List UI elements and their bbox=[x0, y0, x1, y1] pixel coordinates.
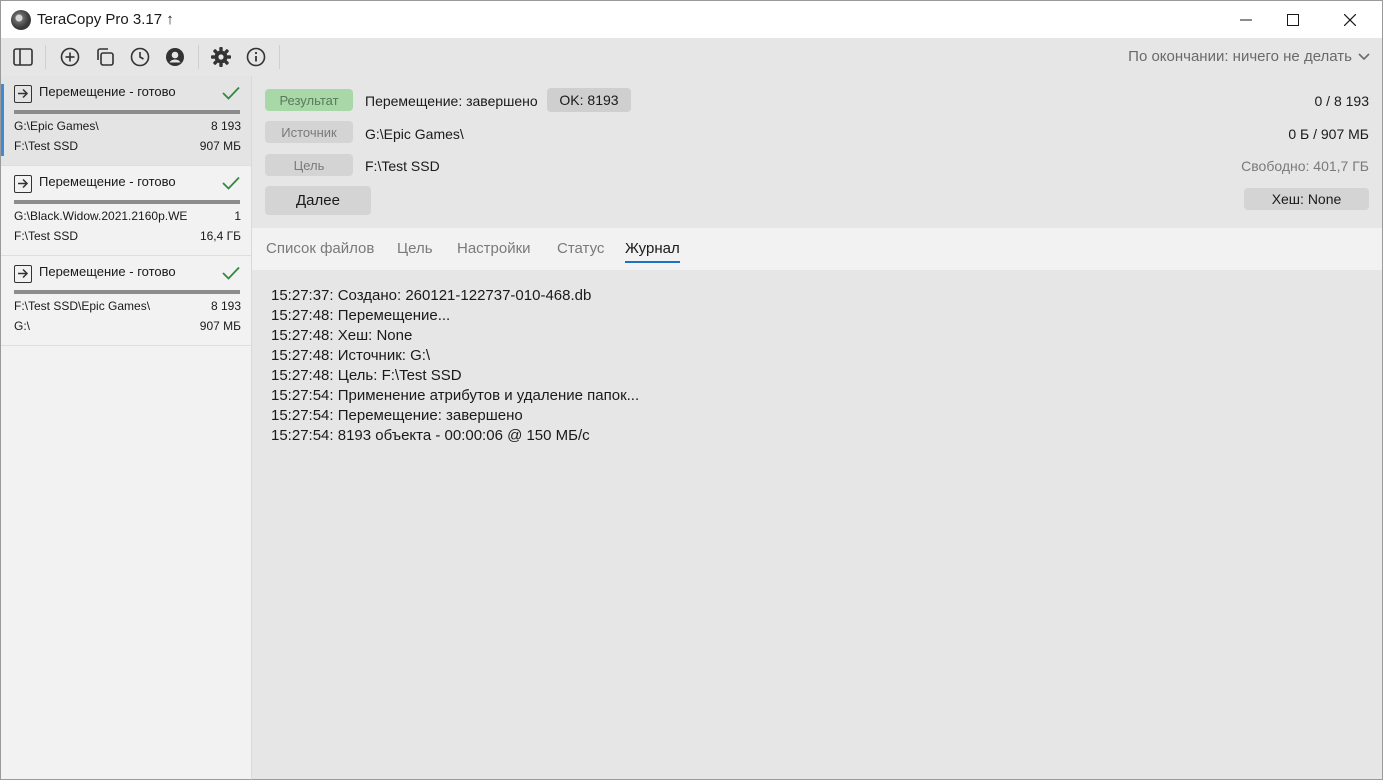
tab-bar: Список файлов Цель Настройки Статус Журн… bbox=[252, 228, 1382, 270]
toolbar-separator bbox=[45, 45, 46, 69]
checkmark-icon bbox=[222, 176, 240, 190]
source-label[interactable]: Источник bbox=[265, 121, 353, 143]
free-space: Свободно: 401,7 ГБ bbox=[1241, 158, 1369, 174]
minimize-icon bbox=[1240, 19, 1252, 21]
move-icon bbox=[14, 265, 32, 283]
title-bar: TeraCopy Pro 3.17 ↑ bbox=[0, 0, 1383, 38]
job-file-count: 1 bbox=[234, 209, 241, 223]
move-icon bbox=[14, 85, 32, 103]
result-value: Перемещение: завершено bbox=[365, 93, 538, 109]
toolbar: По окончании: ничего не делать bbox=[0, 38, 1383, 76]
job-target: F:\Test SSD bbox=[14, 139, 79, 153]
toolbar-separator bbox=[198, 45, 199, 69]
sidebar-toggle-icon[interactable] bbox=[11, 45, 35, 69]
log-line: 15:27:48: Хеш: None bbox=[271, 327, 413, 344]
tab-file-list[interactable]: Список файлов bbox=[266, 240, 374, 257]
job-progress-bar bbox=[14, 200, 240, 204]
log-line: 15:27:37: Создано: 260121-122737-010-468… bbox=[271, 287, 592, 304]
move-icon bbox=[14, 175, 32, 193]
log-line: 15:27:48: Источник: G:\ bbox=[271, 347, 431, 364]
source-path: G:\Epic Games\ bbox=[365, 126, 464, 142]
log-line: 15:27:54: 8193 объекта - 00:00:06 @ 150 … bbox=[271, 427, 590, 444]
job-target: G:\ bbox=[14, 319, 31, 333]
job-file-count: 8 193 bbox=[210, 119, 241, 133]
minimize-button[interactable] bbox=[1223, 1, 1269, 39]
transfer-size: 0 Б / 907 МБ bbox=[1288, 126, 1369, 142]
job-target: F:\Test SSD bbox=[14, 229, 79, 243]
add-icon[interactable] bbox=[58, 45, 82, 69]
log-line: 15:27:54: Перемещение: завершено bbox=[271, 407, 523, 424]
checkmark-icon bbox=[222, 86, 240, 100]
info-icon[interactable] bbox=[244, 45, 268, 69]
job-size: 907 МБ bbox=[199, 139, 241, 153]
close-button[interactable] bbox=[1327, 1, 1373, 39]
chevron-down-icon bbox=[1358, 52, 1370, 60]
tab-log[interactable]: Журнал bbox=[625, 240, 680, 263]
job-details: Результат Перемещение: завершено OK: 819… bbox=[252, 76, 1382, 228]
hash-button[interactable]: Хеш: None bbox=[1244, 188, 1369, 210]
app-logo-icon bbox=[11, 10, 31, 30]
toolbar-separator bbox=[279, 45, 280, 69]
after-completion-dropdown[interactable]: По окончании: ничего не делать bbox=[1128, 48, 1370, 65]
job-source: G:\Black.Widow.2021.2160p.WE bbox=[14, 209, 188, 223]
job-size: 16,4 ГБ bbox=[199, 229, 241, 243]
target-label[interactable]: Цель bbox=[265, 154, 353, 176]
job-size: 907 МБ bbox=[199, 319, 241, 333]
maximize-button[interactable] bbox=[1270, 1, 1316, 39]
job-item[interactable]: Перемещение - готово G:\Black.Widow.2021… bbox=[1, 166, 251, 256]
close-icon bbox=[1344, 14, 1356, 26]
target-path: F:\Test SSD bbox=[365, 158, 440, 174]
settings-icon[interactable] bbox=[209, 45, 233, 69]
tab-target[interactable]: Цель bbox=[397, 240, 433, 257]
ok-count-badge[interactable]: OK: 8193 bbox=[547, 88, 631, 112]
account-icon[interactable] bbox=[163, 45, 187, 69]
job-title: Перемещение - готово bbox=[39, 84, 176, 99]
log-line: 15:27:48: Цель: F:\Test SSD bbox=[271, 367, 462, 384]
copy-icon[interactable] bbox=[93, 45, 117, 69]
job-list: Перемещение - готово G:\Epic Games\ 8 19… bbox=[0, 76, 252, 780]
job-progress-bar bbox=[14, 110, 240, 114]
next-button[interactable]: Далее bbox=[265, 186, 371, 215]
after-completion-label: По окончании: ничего не делать bbox=[1128, 48, 1352, 65]
checkmark-icon bbox=[222, 266, 240, 280]
main-panel: Результат Перемещение: завершено OK: 819… bbox=[252, 76, 1383, 780]
job-item[interactable]: Перемещение - готово F:\Test SSD\Epic Ga… bbox=[1, 256, 251, 346]
maximize-icon bbox=[1287, 14, 1299, 26]
log-line: 15:27:54: Применение атрибутов и удалени… bbox=[271, 387, 640, 404]
job-progress-bar bbox=[14, 290, 240, 294]
result-label: Результат bbox=[265, 89, 353, 111]
history-icon[interactable] bbox=[128, 45, 152, 69]
file-count: 0 / 8 193 bbox=[1314, 93, 1370, 109]
log-view: 15:27:37: Создано: 260121-122737-010-468… bbox=[271, 286, 639, 446]
job-source: F:\Test SSD\Epic Games\ bbox=[14, 299, 151, 313]
tab-status[interactable]: Статус bbox=[557, 240, 604, 257]
tab-settings[interactable]: Настройки bbox=[457, 240, 531, 257]
job-title: Перемещение - готово bbox=[39, 264, 176, 279]
job-title: Перемещение - готово bbox=[39, 174, 176, 189]
window-title: TeraCopy Pro 3.17 ↑ bbox=[37, 11, 174, 28]
log-line: 15:27:48: Перемещение... bbox=[271, 307, 451, 324]
job-source: G:\Epic Games\ bbox=[14, 119, 99, 133]
job-file-count: 8 193 bbox=[210, 299, 241, 313]
job-item[interactable]: Перемещение - готово G:\Epic Games\ 8 19… bbox=[1, 76, 251, 166]
